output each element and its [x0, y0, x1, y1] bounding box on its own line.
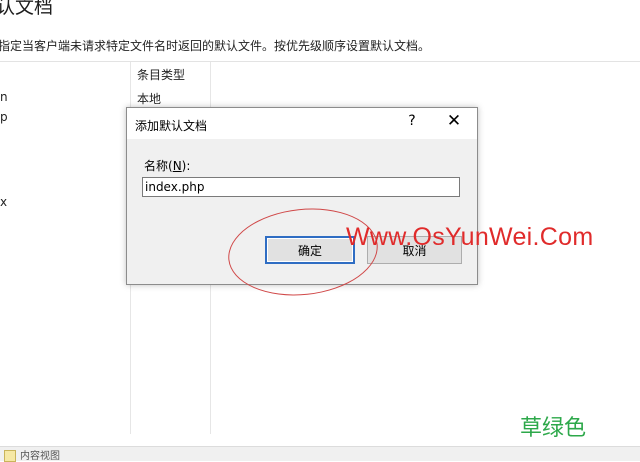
name-label-suffix: ):	[181, 159, 191, 173]
column-header-entry-type[interactable]: 条目类型	[137, 66, 185, 83]
dialog-titlebar: 添加默认文档 ? ✕	[127, 108, 477, 139]
list-item-fragment[interactable]: x	[0, 195, 7, 209]
watermark-text: Www.OsYunWei.Com	[346, 223, 594, 251]
top-divider	[0, 61, 640, 62]
bottom-bar: 内容视图	[0, 446, 640, 462]
list-item-fragment[interactable]: n	[0, 90, 8, 104]
name-input[interactable]	[142, 177, 460, 197]
ok-button[interactable]: 确定	[265, 236, 355, 264]
help-button[interactable]: ?	[405, 113, 419, 129]
name-label: 名称(N):	[144, 157, 190, 174]
list-item-fragment[interactable]: p	[0, 110, 8, 124]
close-button[interactable]: ✕	[445, 111, 463, 131]
page-description: 指定当客户端未请求特定文件名时返回的默认文件。按优先级顺序设置默认文档。	[0, 39, 431, 53]
name-label-prefix: 名称(	[144, 159, 173, 173]
entry-type-cell: 本地	[137, 92, 162, 106]
name-label-accelerator: N	[172, 159, 182, 173]
content-view-icon[interactable]	[4, 450, 16, 462]
page-title: 认文档	[0, 0, 54, 18]
add-default-document-dialog: 添加默认文档 ? ✕ 名称(N): 确定 取消	[126, 107, 478, 285]
corner-watermark: 草绿色	[520, 416, 587, 441]
dialog-title: 添加默认文档	[135, 119, 208, 133]
